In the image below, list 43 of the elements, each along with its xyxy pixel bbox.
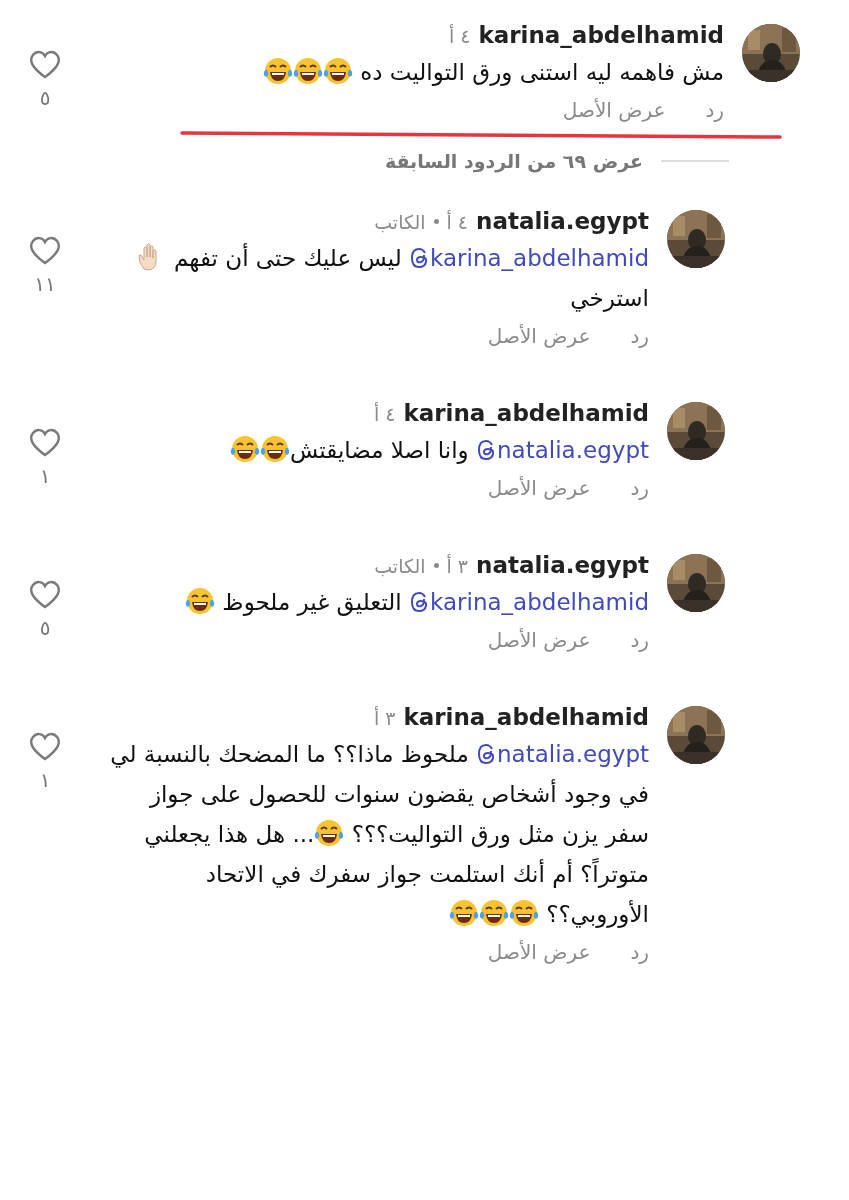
laughing-emoji-icon (313, 817, 346, 849)
laughing-emoji-icon (259, 433, 291, 465)
laughing-emoji-icon (184, 585, 217, 617)
laughing-emoji-icon (507, 897, 540, 929)
like-count: ١١ (34, 272, 56, 296)
see-original-link[interactable]: عرض الأصل (487, 476, 591, 500)
timestamp: ٤ أ (373, 403, 396, 425)
see-original-link[interactable]: عرض الأصل (487, 324, 591, 348)
mention-link[interactable]: karina_abdelhamid (409, 245, 649, 271)
laughing-emoji-icon (447, 897, 480, 929)
timestamp: ٣ أ (373, 707, 396, 729)
see-original-link[interactable]: عرض الأصل (487, 940, 591, 964)
like-count: ٥ (39, 616, 51, 640)
timestamp: ٤ أ (446, 211, 469, 233)
like-count: ١ (39, 464, 51, 488)
mention-link[interactable]: natalia.egypt (476, 741, 649, 767)
timestamp: ٤ أ (448, 25, 471, 47)
reply-link[interactable]: رد (630, 324, 649, 348)
mention-link[interactable]: natalia.egypt (476, 437, 649, 463)
author-label: الكاتب (374, 211, 426, 233)
like-count: ٥ (39, 86, 51, 110)
laughing-emoji-icon (229, 433, 261, 465)
laughing-emoji-icon (291, 55, 324, 87)
like-count: ١ (39, 768, 51, 792)
reply-link[interactable]: رد (630, 940, 649, 964)
laughing-emoji-icon (321, 55, 354, 87)
reply-link[interactable]: رد (705, 98, 724, 122)
username[interactable]: karina_abdelhamid (403, 400, 649, 426)
see-original-link[interactable]: عرض الأصل (487, 628, 591, 652)
mention-link[interactable]: karina_abdelhamid (409, 589, 649, 615)
see-original-link[interactable]: عرض الأصل (562, 98, 666, 122)
comment-text: مش فاهمه ليه استنى ورق التواليت ده (102, 52, 724, 92)
username[interactable]: karina_abdelhamid (478, 22, 724, 48)
username[interactable]: karina_abdelhamid (403, 704, 649, 730)
reply-link[interactable]: رد (630, 476, 649, 500)
laughing-emoji-icon (261, 55, 294, 87)
view-previous-replies-link[interactable]: عرض ٦٩ من الردود السابقة (384, 150, 643, 172)
username[interactable]: natalia.egypt (476, 552, 649, 578)
reply-link[interactable]: رد (630, 628, 649, 652)
author-label: الكاتب (374, 555, 426, 577)
username[interactable]: natalia.egypt (476, 208, 649, 234)
timestamp: ٣ أ (446, 555, 469, 577)
laughing-emoji-icon (477, 897, 510, 929)
